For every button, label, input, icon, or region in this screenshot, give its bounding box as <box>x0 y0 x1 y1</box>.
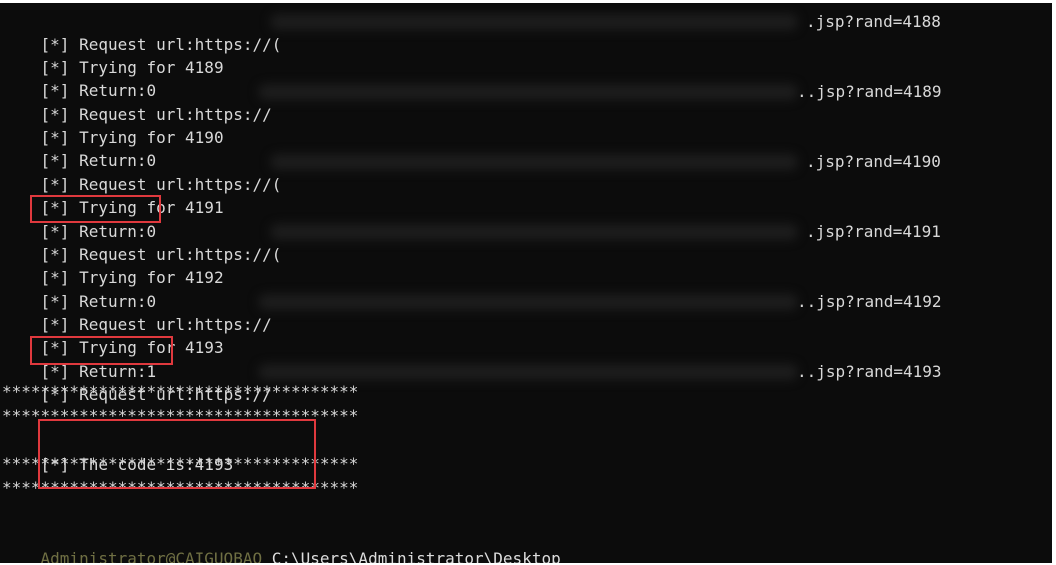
redacted-url <box>258 84 798 100</box>
star-separator: ************************************* <box>2 382 359 401</box>
log-line-trying: [*] Trying for 4190 <box>2 103 224 147</box>
log-line-return: [*] Return:0 <box>2 267 157 311</box>
redacted-url <box>270 14 798 30</box>
request-url-suffix: .jsp?rand=4190 <box>806 152 941 171</box>
redacted-url <box>258 294 798 310</box>
request-url-suffix: ..jsp?rand=4193 <box>797 362 942 381</box>
log-line-request: [*] Request url:https://( .jsp?rand=4188 <box>2 10 941 54</box>
request-url-suffix: .jsp?rand=4191 <box>806 222 941 241</box>
log-line-request: [*] Request url:https://( .jsp?rand=4191 <box>2 220 941 264</box>
highlight-box-return-1 <box>30 336 173 365</box>
terminal-window[interactable]: [*] Request url:https://( .jsp?rand=4188… <box>0 0 1056 565</box>
redacted-url <box>270 154 798 170</box>
log-line-request: [*] Request url:https:// ..jsp?rand=4192 <box>2 290 942 334</box>
log-line-request: [*] Request url:https://( .jsp?rand=4190 <box>2 150 941 194</box>
highlight-box-result <box>38 419 316 489</box>
highlight-box-return-0 <box>30 195 161 223</box>
request-url-suffix: ..jsp?rand=4192 <box>797 292 942 311</box>
prompt-caret[interactable]: > <box>1 546 35 565</box>
log-line-request: [*] Request url:https:// ..jsp?rand=4189 <box>2 80 942 124</box>
request-url-suffix: .jsp?rand=4188 <box>806 12 941 31</box>
command-prompt[interactable]: Administrator@CAIGUOBAO C:\Users\Adminis… <box>2 524 561 565</box>
screenshot-edge-top <box>0 0 1056 3</box>
log-line-trying: [*] Trying for 4191 <box>2 173 224 217</box>
log-line-trying: [*] Trying for 4189 <box>2 33 224 77</box>
redacted-url <box>270 224 798 240</box>
request-url-suffix: ..jsp?rand=4189 <box>797 82 942 101</box>
screenshot-edge-right <box>1052 0 1056 565</box>
log-line-trying: [*] Trying for 4192 <box>2 243 224 287</box>
log-line-trying: [*] Trying for 4193 <box>2 313 224 357</box>
redacted-url <box>258 364 798 380</box>
log-line-return: [*] Return:0 <box>2 126 157 170</box>
log-line-return: [*] Return:0 <box>2 56 157 100</box>
